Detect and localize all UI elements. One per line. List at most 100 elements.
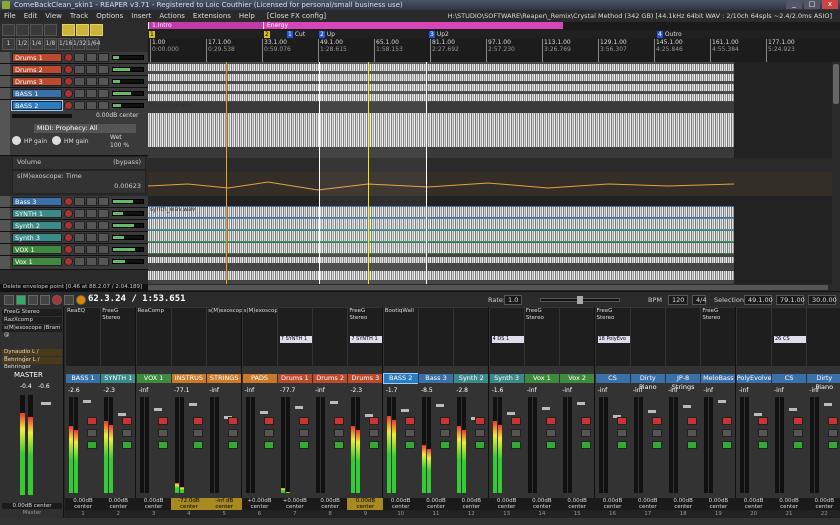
pan-display[interactable]: 0.00dB center — [418, 498, 454, 510]
track-number[interactable] — [0, 220, 10, 231]
mute-icon[interactable] — [263, 429, 274, 437]
solo-icon[interactable] — [228, 441, 239, 449]
mute-icon[interactable] — [74, 89, 85, 98]
solo-icon[interactable] — [475, 441, 486, 449]
volume-fader[interactable] — [399, 408, 410, 413]
volume-envelope-bypass[interactable]: (bypass) — [113, 157, 141, 167]
fx-name[interactable]: s(M)exoscope — [244, 308, 282, 315]
record-arm-icon[interactable] — [440, 417, 450, 425]
track-number[interactable] — [0, 232, 10, 243]
record-arm-icon[interactable] — [122, 417, 133, 425]
record-arm-icon[interactable] — [510, 417, 521, 425]
track-name[interactable]: VOX 1 — [12, 245, 62, 254]
play-cursor[interactable] — [368, 62, 369, 284]
fx-list[interactable]: BootiqWall — [383, 308, 418, 366]
solo-icon[interactable] — [616, 441, 627, 449]
solo-icon[interactable] — [545, 441, 556, 449]
master-fx-freeg[interactable]: FreeG Stereo — [2, 309, 62, 316]
record-arm-icon[interactable] — [581, 417, 592, 425]
record-arm-icon[interactable] — [616, 417, 627, 425]
rate-slider-handle[interactable] — [577, 296, 583, 304]
pan-display[interactable]: -72.0dB center — [170, 498, 207, 510]
mute-icon[interactable] — [404, 429, 415, 437]
media-item[interactable] — [148, 218, 734, 230]
track-number[interactable] — [0, 244, 10, 255]
send-slot[interactable]: 4 DS 1 — [491, 336, 524, 343]
region-intro[interactable]: 1.Intro — [148, 22, 263, 29]
fx-list[interactable]: s(M)exoscope — [207, 308, 246, 366]
volume-fader[interactable] — [576, 401, 587, 406]
selection-end[interactable]: 79.1.00 — [776, 295, 805, 305]
track-header[interactable]: VOX 1 — [0, 244, 148, 256]
fx-icon[interactable] — [98, 65, 109, 74]
fx-name[interactable]: FreeG Stereo — [349, 308, 381, 322]
volume-fader[interactable] — [682, 404, 693, 409]
send-slot[interactable]: 7 SYNTH 1 — [350, 336, 383, 343]
volume-envelope-lane[interactable]: Volume (bypass) — [12, 156, 146, 170]
menu-options[interactable]: Options — [92, 12, 127, 20]
media-item[interactable] — [148, 230, 734, 242]
vertical-scroll-thumb[interactable] — [833, 64, 839, 104]
track-lane[interactable] — [148, 62, 840, 72]
marker-cut[interactable]: 1 Cut — [286, 31, 305, 38]
fx-list[interactable]: ReaComp — [136, 308, 171, 366]
fx-name[interactable]: ReaComp — [138, 308, 170, 315]
marker-up[interactable]: 2 Up — [318, 31, 335, 38]
solo-icon[interactable] — [369, 441, 380, 449]
pan-display[interactable]: 0.00dB center — [135, 498, 172, 510]
master-output-behringer[interactable]: Behringer L / Behringer — [2, 357, 62, 370]
mute-icon[interactable] — [757, 429, 768, 437]
record-arm-icon[interactable] — [793, 417, 803, 425]
media-item[interactable] — [148, 92, 734, 102]
track-number[interactable] — [0, 52, 10, 63]
minimize-button[interactable]: _ — [786, 0, 802, 9]
strip-name[interactable]: CS — [772, 374, 806, 383]
metronome-icon[interactable] — [76, 295, 86, 305]
solo-icon[interactable] — [86, 257, 97, 266]
track-name[interactable]: SYNTH 1 — [12, 209, 62, 218]
open-project-icon[interactable] — [16, 24, 29, 36]
mute-icon[interactable] — [651, 429, 662, 437]
new-project-icon[interactable] — [2, 24, 15, 36]
track-lane[interactable] — [148, 254, 840, 266]
solo-icon[interactable] — [263, 441, 274, 449]
fx-name[interactable]: s(M)exoscope — [208, 308, 246, 315]
fx-list[interactable]: FreeG Stereo — [101, 308, 136, 366]
fx-list[interactable]: 4 DS 1 — [489, 308, 524, 366]
menu-extensions[interactable]: Extensions — [189, 12, 235, 20]
track-header[interactable]: Synth 2 — [0, 220, 148, 232]
solo-icon[interactable] — [404, 441, 415, 449]
track-lane[interactable] — [148, 172, 840, 196]
fx-icon[interactable] — [98, 233, 109, 242]
track-lane[interactable] — [148, 82, 840, 92]
selection-start[interactable]: 49.1.00 — [744, 295, 773, 305]
record-icon[interactable] — [52, 295, 62, 305]
strip-name[interactable]: Synth 3 — [489, 374, 524, 383]
time-ruler[interactable]: 1.00 0:00.000 17.1.00 0:29.538 33.1.00 0:59.0… — [148, 39, 840, 62]
volume-fader[interactable] — [505, 411, 516, 416]
track-lane[interactable] — [148, 72, 840, 82]
pan-display[interactable]: +0.00dB center — [276, 498, 313, 510]
record-arm-icon[interactable] — [64, 233, 73, 242]
menu-insert[interactable]: Insert — [127, 12, 155, 20]
record-arm-icon[interactable] — [651, 417, 662, 425]
master-fx-exoscope[interactable]: s(M)exoscope (Bram @ — [2, 325, 62, 338]
solo-icon[interactable] — [86, 233, 97, 242]
fx-name[interactable]: FreeG Stereo — [597, 308, 629, 322]
snap-toggle-icon[interactable] — [76, 24, 89, 36]
mute-icon[interactable] — [74, 101, 85, 110]
mute-icon[interactable] — [616, 429, 627, 437]
solo-icon[interactable] — [86, 53, 97, 62]
mute-icon[interactable] — [298, 429, 309, 437]
solo-icon[interactable] — [757, 441, 768, 449]
strip-name[interactable]: VOX 1 — [136, 374, 171, 383]
track-lane[interactable] — [148, 92, 840, 102]
record-arm-icon[interactable] — [263, 417, 274, 425]
master-output-dynaudio[interactable]: Dynaudio L / Dynaudio — [2, 349, 62, 362]
mute-icon[interactable] — [440, 429, 450, 437]
record-arm-icon[interactable] — [64, 89, 73, 98]
fx-name[interactable]: FreeG Stereo — [526, 308, 558, 322]
track-lane[interactable] — [148, 158, 840, 172]
solo-icon[interactable] — [651, 441, 662, 449]
menu-view[interactable]: View — [41, 12, 66, 20]
